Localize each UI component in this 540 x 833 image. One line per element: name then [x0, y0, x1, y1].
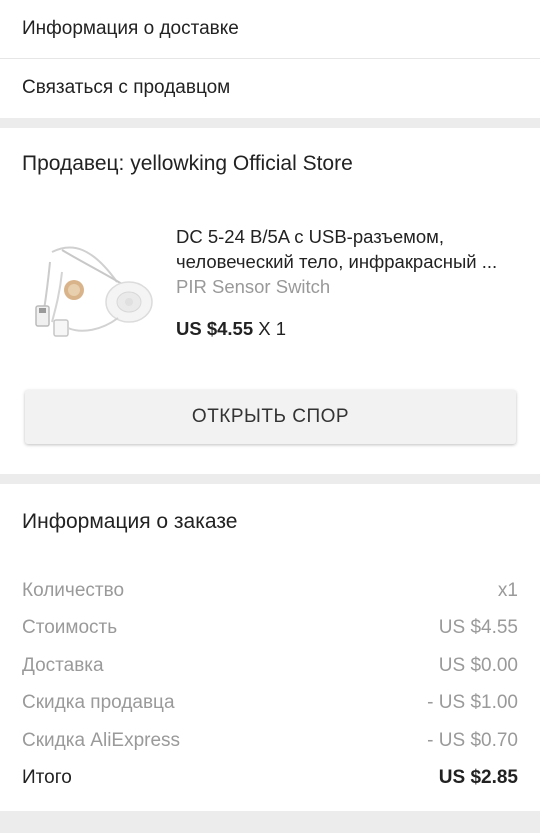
order-row-cost: Стоимость US $4.55 — [22, 613, 518, 643]
order-row-label: Количество — [22, 580, 125, 601]
links-card: Информация о доставке Связаться с продав… — [0, 0, 540, 118]
delivery-info-link[interactable]: Информация о доставке — [0, 0, 540, 58]
seller-title[interactable]: Продавец: yellowking Official Store — [22, 152, 353, 176]
delivery-info-label: Информация о доставке — [22, 18, 239, 39]
product-title-line2: человеческий тело, инфракрасный ... — [176, 251, 498, 272]
product-quantity: X 1 — [258, 318, 287, 339]
order-info-title: Информация о заказе — [22, 510, 238, 533]
order-row-aliexpress-discount: Скидка AliExpress - US $0.70 — [22, 726, 518, 756]
product-price-row: US $4.55 X 1 — [176, 318, 286, 340]
order-row-label: Стоимость — [22, 617, 118, 638]
order-row-value: x1 — [497, 580, 518, 601]
contact-seller-link[interactable]: Связаться с продавцом — [0, 58, 540, 116]
order-row-seller-discount: Скидка продавца - US $1.00 — [22, 688, 518, 718]
order-info-card: Информация о заказе Количество x1 Стоимо… — [0, 484, 540, 811]
order-row-value: US $0.00 — [438, 655, 518, 676]
order-row-label: Скидка продавца — [22, 692, 175, 713]
product-title-line1: DC 5-24 В/5A с USB-разъемом, — [176, 226, 445, 247]
order-row-value: US $4.55 — [438, 617, 518, 638]
order-row-label: Доставка — [22, 655, 104, 676]
contact-seller-label: Связаться с продавцом — [22, 76, 231, 98]
order-row-quantity: Количество x1 — [22, 576, 518, 606]
product-title[interactable]: DC 5-24 В/5A с USB-разъемом, человечески… — [176, 224, 522, 274]
order-row-total: Итого US $2.85 — [22, 763, 518, 793]
order-row-label: Скидка AliExpress — [22, 730, 181, 751]
order-row-value: - US $0.70 — [427, 730, 518, 751]
product-price: US $4.55 — [176, 318, 254, 339]
pir-sensor-image-icon — [22, 222, 160, 360]
order-total-label: Итого — [22, 767, 72, 788]
product-thumbnail[interactable] — [22, 222, 160, 360]
order-total-value: US $2.85 — [438, 767, 518, 788]
order-row-value: - US $1.00 — [427, 692, 518, 713]
product-variant: PIR Sensor Switch — [176, 276, 331, 297]
order-row-shipping: Доставка US $0.00 — [22, 651, 518, 681]
open-dispute-button[interactable]: ОТКРЫТЬ СПОР — [25, 390, 516, 444]
